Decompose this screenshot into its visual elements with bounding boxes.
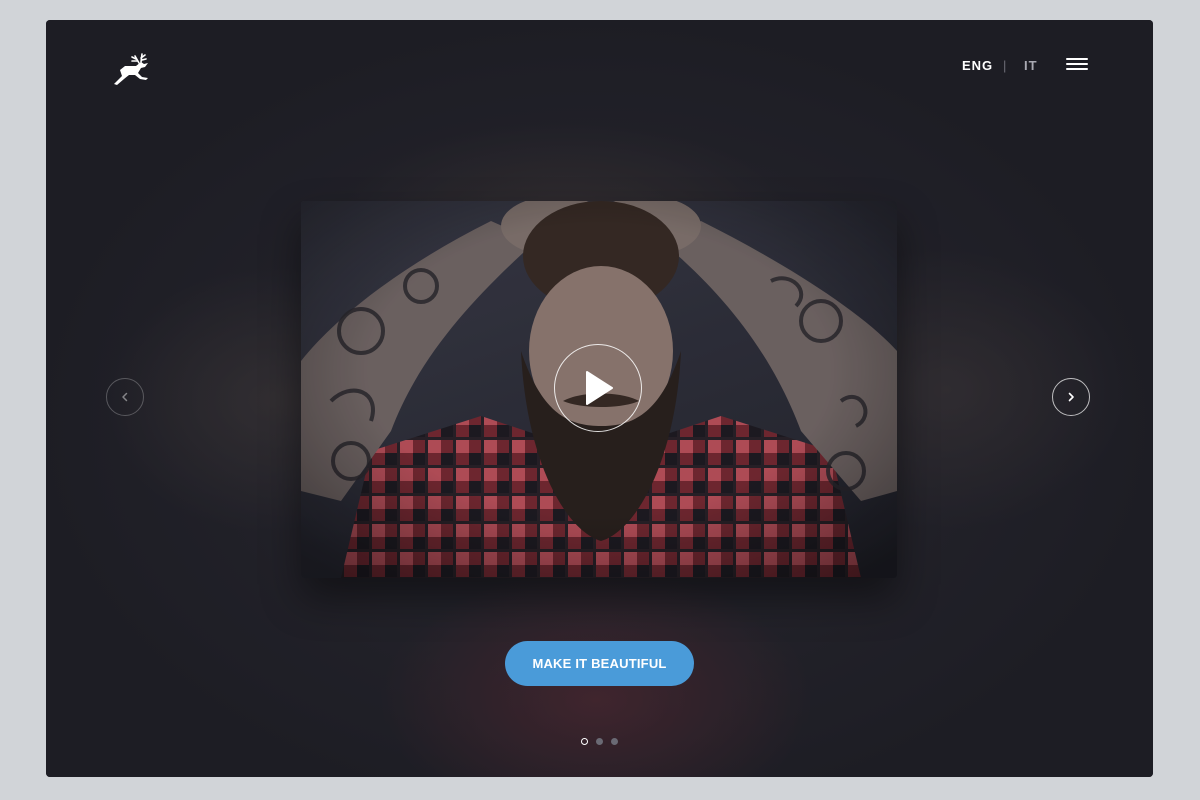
video-thumbnail[interactable] [301, 201, 897, 578]
chevron-left-icon [122, 392, 128, 402]
language-separator: | [1003, 58, 1007, 73]
play-icon [586, 371, 613, 405]
pagination-dot-1[interactable] [581, 738, 588, 745]
slider-pagination [581, 738, 618, 745]
play-button[interactable] [554, 344, 642, 432]
make-it-beautiful-button[interactable]: MAKE IT BEAUTIFUL [505, 641, 694, 686]
deer-logo-icon[interactable] [108, 44, 154, 90]
language-eng-link[interactable]: ENG [962, 58, 993, 73]
language-it-link[interactable]: IT [1024, 58, 1038, 73]
previous-slide-button[interactable] [106, 378, 144, 416]
chevron-right-icon [1068, 392, 1074, 402]
hero-section: ENG | IT MAKE IT BEAUTIFUL [46, 20, 1153, 777]
next-slide-button[interactable] [1052, 378, 1090, 416]
pagination-dot-3[interactable] [611, 738, 618, 745]
pagination-dot-2[interactable] [596, 738, 603, 745]
hamburger-menu-icon[interactable] [1066, 58, 1088, 72]
